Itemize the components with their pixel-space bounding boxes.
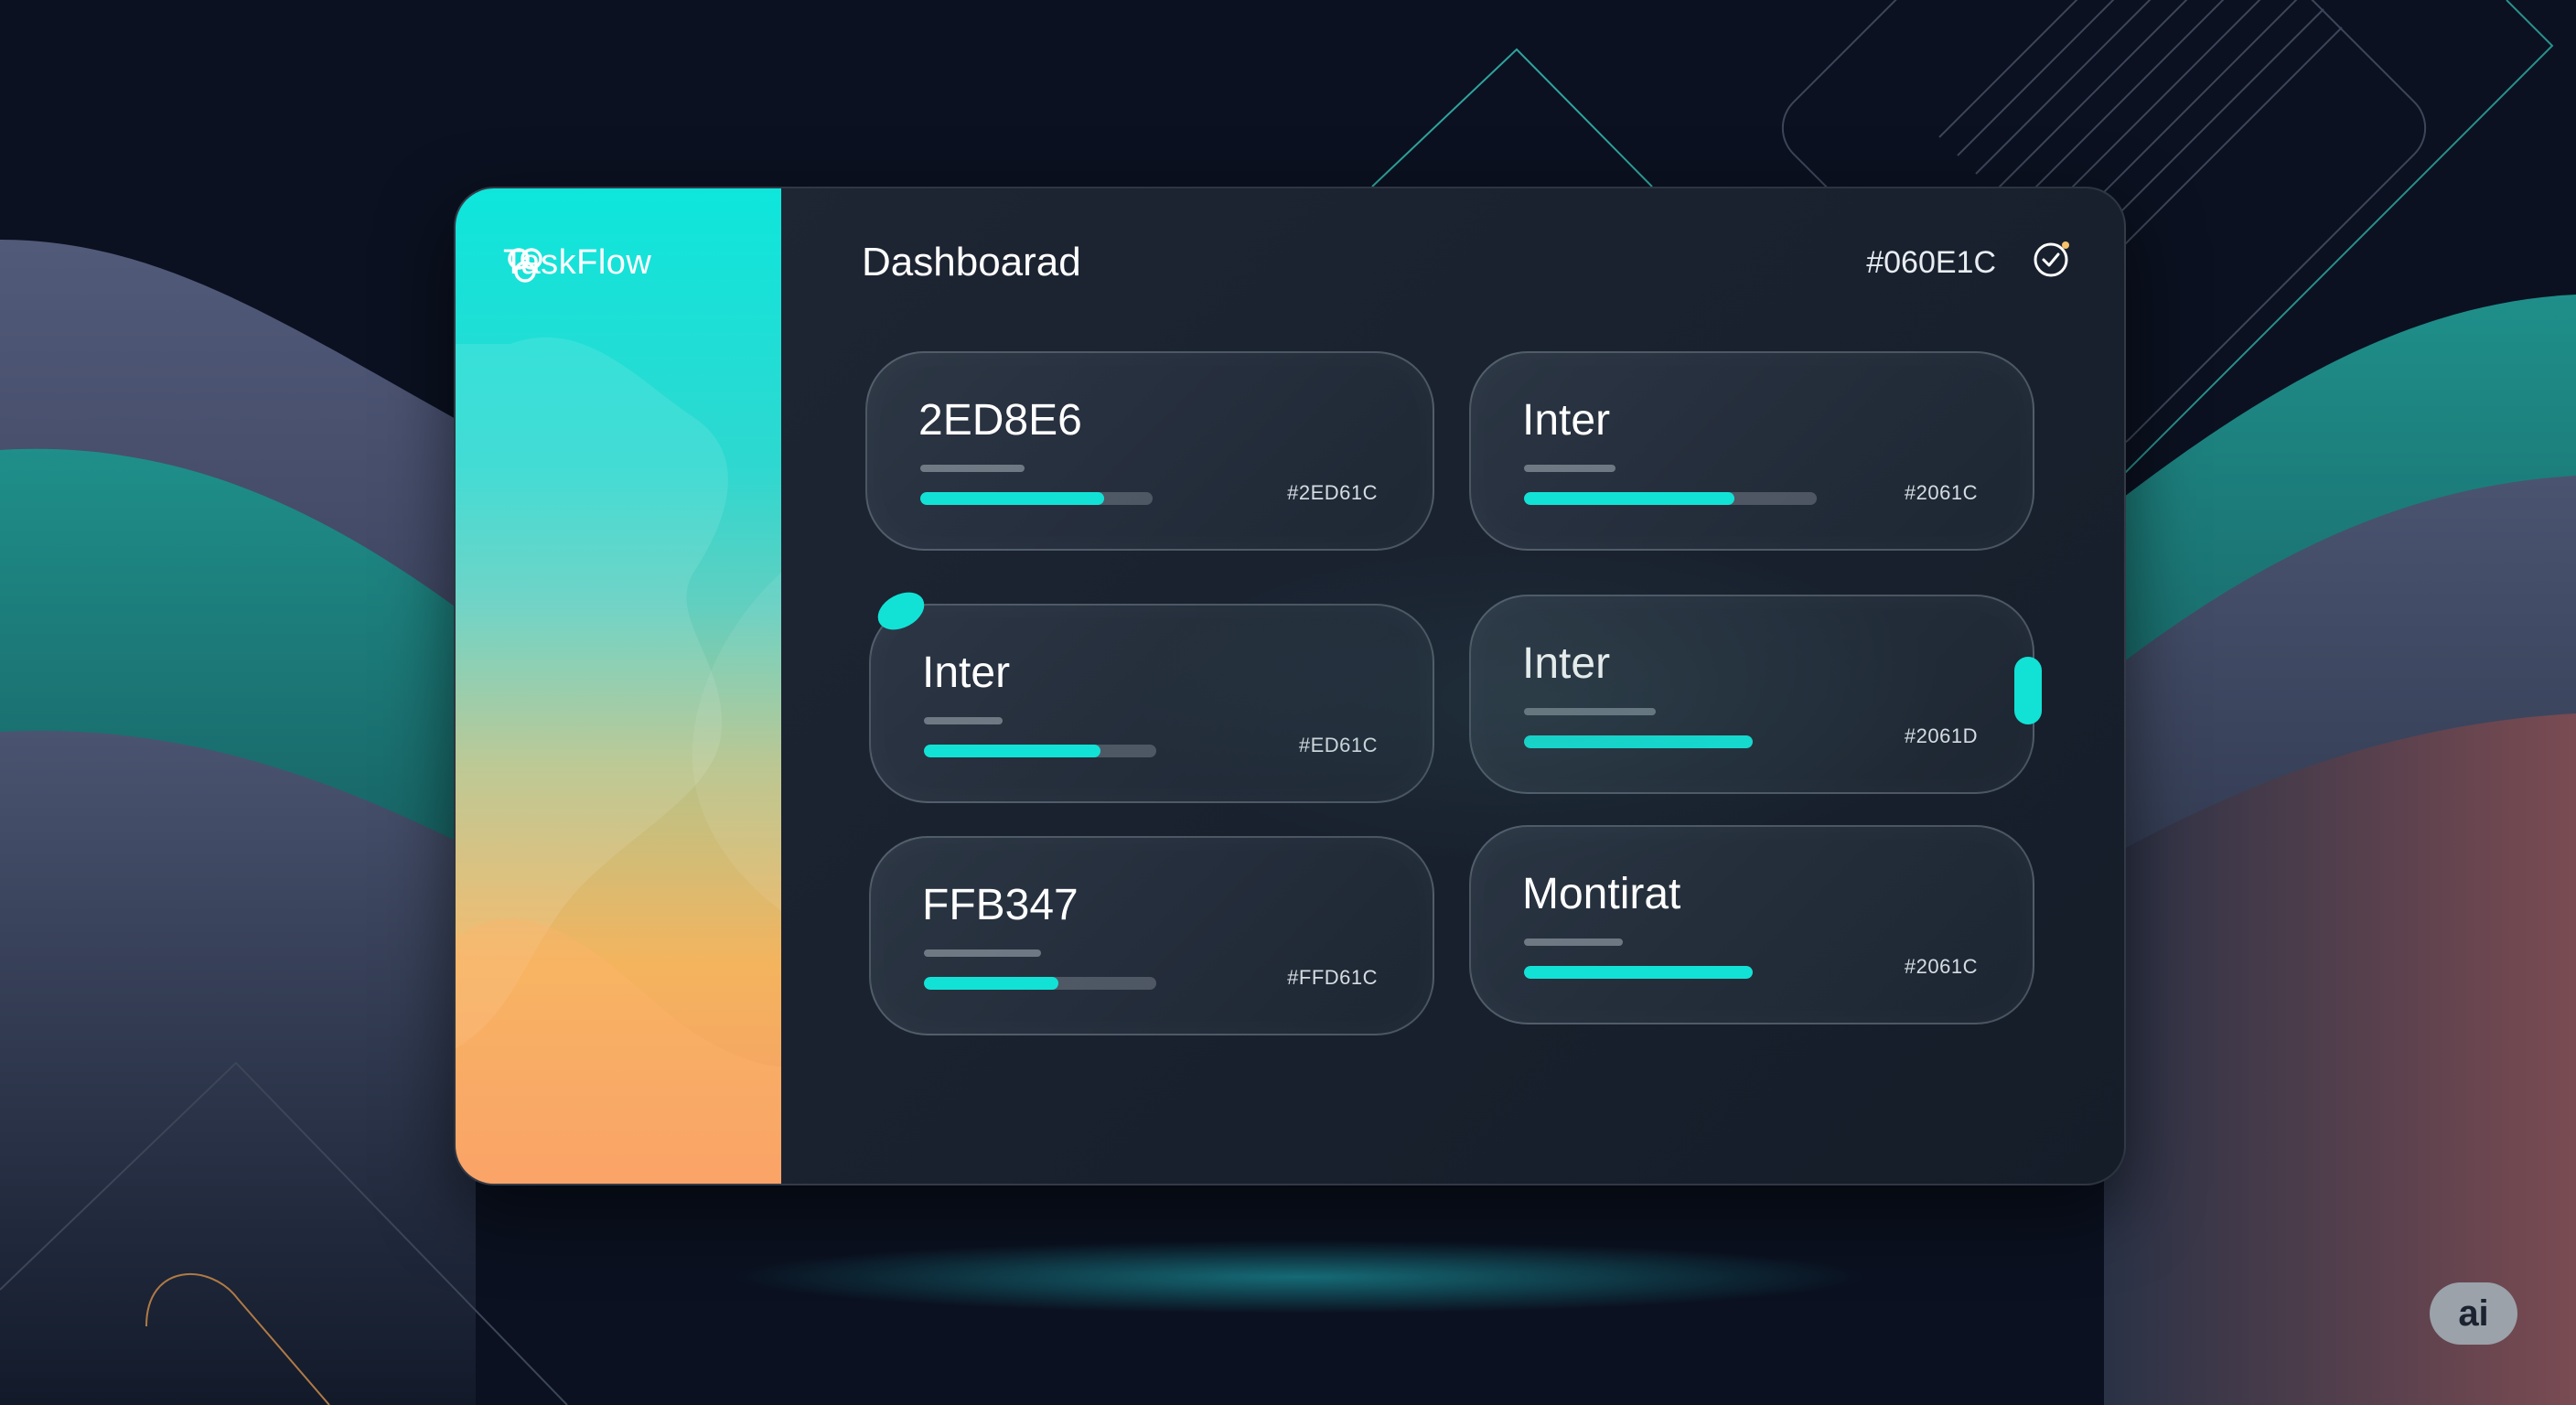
card-code: #2061D <box>1904 724 1978 747</box>
card-title: Inter <box>922 649 1011 697</box>
progress-track <box>1524 966 1753 979</box>
header-hex-label: #060E1C <box>1866 245 1996 280</box>
task-card[interactable]: Inter #ED61C <box>869 604 1434 803</box>
progress-fill <box>920 492 1104 505</box>
card-title: Inter <box>1522 639 1611 688</box>
scrollbar-thumb[interactable] <box>2014 657 2042 724</box>
progress-track <box>1524 492 1817 505</box>
card-code: #2ED61C <box>1287 481 1378 504</box>
page-title: Dashboarad <box>862 240 1081 284</box>
card-code: #2061C <box>1904 481 1978 504</box>
sidebar: TaskFlow <box>456 188 781 1184</box>
card-code: #2061C <box>1904 955 1978 978</box>
progress-fill <box>924 745 1101 757</box>
sidebar-decoration <box>456 337 781 1184</box>
task-card[interactable]: Inter #2061C <box>1469 351 2034 551</box>
card-title: FFB347 <box>922 881 1079 929</box>
clock-check-icon[interactable] <box>2031 238 2073 280</box>
task-card[interactable]: FFB347 #FFD61C <box>869 836 1434 1035</box>
card-subtitle-bar <box>1524 708 1656 715</box>
card-title: Montirat <box>1522 870 1681 918</box>
progress-fill <box>1524 492 1735 505</box>
task-card[interactable]: Inter #2061D <box>1469 595 2034 794</box>
progress-track <box>920 492 1153 505</box>
progress-track <box>1524 735 1753 748</box>
card-code: #ED61C <box>1298 734 1378 756</box>
progress-fill <box>1524 966 1753 979</box>
progress-track <box>924 745 1156 757</box>
ai-badge[interactable]: ai <box>2430 1282 2517 1345</box>
progress-fill <box>924 977 1059 990</box>
card-subtitle-bar <box>1524 938 1623 946</box>
card-subtitle-bar <box>924 717 1003 724</box>
progress-fill <box>1524 735 1753 748</box>
progress-track <box>924 977 1156 990</box>
card-subtitle-bar <box>924 949 1041 957</box>
card-subtitle-bar <box>920 465 1025 472</box>
task-card[interactable]: Montirat #2061C <box>1469 825 2034 1024</box>
card-title: 2ED8E6 <box>918 396 1082 445</box>
card-title: Inter <box>1522 396 1611 445</box>
card-code: #FFD61C <box>1287 966 1378 989</box>
card-subtitle-bar <box>1524 465 1615 472</box>
overlapping-circles-logo-icon <box>508 248 542 283</box>
dashboard-window: TaskFlow Dashboarad #060E1C 2ED8E6 #2ED6… <box>454 187 2126 1185</box>
task-card[interactable]: 2ED8E6 #2ED61C <box>865 351 1434 551</box>
brand[interactable]: TaskFlow <box>503 243 651 283</box>
